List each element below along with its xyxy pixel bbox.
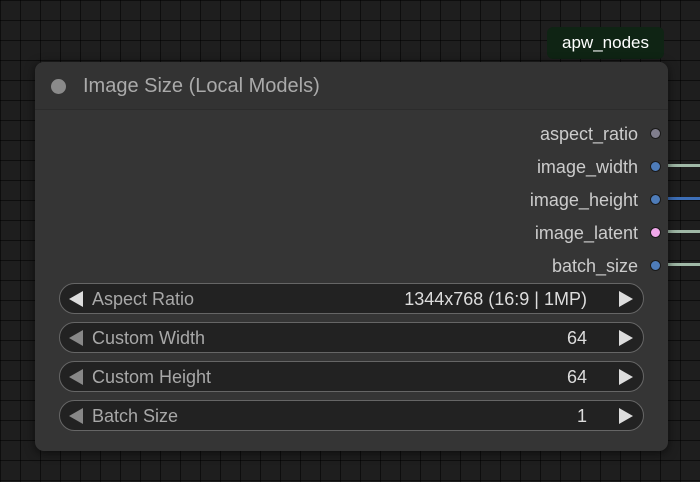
output-label: image_width xyxy=(536,157,638,177)
output-label: image_latent xyxy=(534,223,638,243)
widget-label: Custom Width xyxy=(92,328,206,348)
decrement-arrow-icon[interactable] xyxy=(69,369,83,385)
output-label: image_height xyxy=(529,190,638,210)
widget-label: Aspect Ratio xyxy=(92,289,195,309)
decrement-arrow-icon[interactable] xyxy=(69,291,83,307)
collapse-dot-icon[interactable] xyxy=(51,79,66,94)
output-slot-icon[interactable] xyxy=(650,194,661,205)
increment-arrow-icon[interactable] xyxy=(619,330,633,346)
output-slot-icon[interactable] xyxy=(650,260,661,271)
output-image-width: image_width xyxy=(368,151,668,184)
output-batch-size: batch_size xyxy=(368,250,668,283)
widget-label: Custom Height xyxy=(92,367,212,387)
output-link-image-height xyxy=(668,197,700,200)
output-image-height: image_height xyxy=(368,184,668,217)
decrement-arrow-icon[interactable] xyxy=(69,408,83,424)
widget-value: 1344x768 (16:9 | 1MP) xyxy=(404,289,587,309)
node-title: Image Size (Local Models) xyxy=(83,75,320,97)
node-canvas[interactable]: apw_nodes Image Size (Local Models) aspe… xyxy=(0,0,700,482)
decrement-arrow-icon[interactable] xyxy=(69,330,83,346)
output-link-image-width xyxy=(668,164,700,167)
output-label: batch_size xyxy=(551,256,638,276)
widget-value: 64 xyxy=(566,367,587,387)
node-source-badge-label: apw_nodes xyxy=(562,33,649,52)
increment-arrow-icon[interactable] xyxy=(619,291,633,307)
output-aspect-ratio: aspect_ratio xyxy=(368,118,668,151)
output-image-latent: image_latent xyxy=(368,217,668,250)
node-source-badge: apw_nodes xyxy=(547,27,664,59)
widget-label: Batch Size xyxy=(92,406,179,426)
widget-aspect-ratio[interactable]: Aspect Ratio 1344x768 (16:9 | 1MP) xyxy=(59,283,644,314)
output-slot-icon[interactable] xyxy=(650,227,661,238)
widget-custom-width[interactable]: Custom Width 64 xyxy=(59,322,644,353)
image-size-node[interactable]: Image Size (Local Models) aspect_ratio i… xyxy=(35,62,668,451)
widget-batch-size[interactable]: Batch Size 1 xyxy=(59,400,644,431)
output-label: aspect_ratio xyxy=(539,124,638,144)
node-outputs: aspect_ratio image_width image_height im… xyxy=(368,118,668,283)
increment-arrow-icon[interactable] xyxy=(619,408,633,424)
widget-value: 1 xyxy=(576,406,587,426)
widget-value: 64 xyxy=(566,328,587,348)
increment-arrow-icon[interactable] xyxy=(619,369,633,385)
node-header[interactable]: Image Size (Local Models) xyxy=(35,62,668,110)
output-link-image-latent xyxy=(668,230,700,233)
widget-custom-height[interactable]: Custom Height 64 xyxy=(59,361,644,392)
output-link-batch-size xyxy=(668,263,700,266)
output-slot-icon[interactable] xyxy=(650,161,661,172)
output-slot-icon[interactable] xyxy=(650,128,661,139)
